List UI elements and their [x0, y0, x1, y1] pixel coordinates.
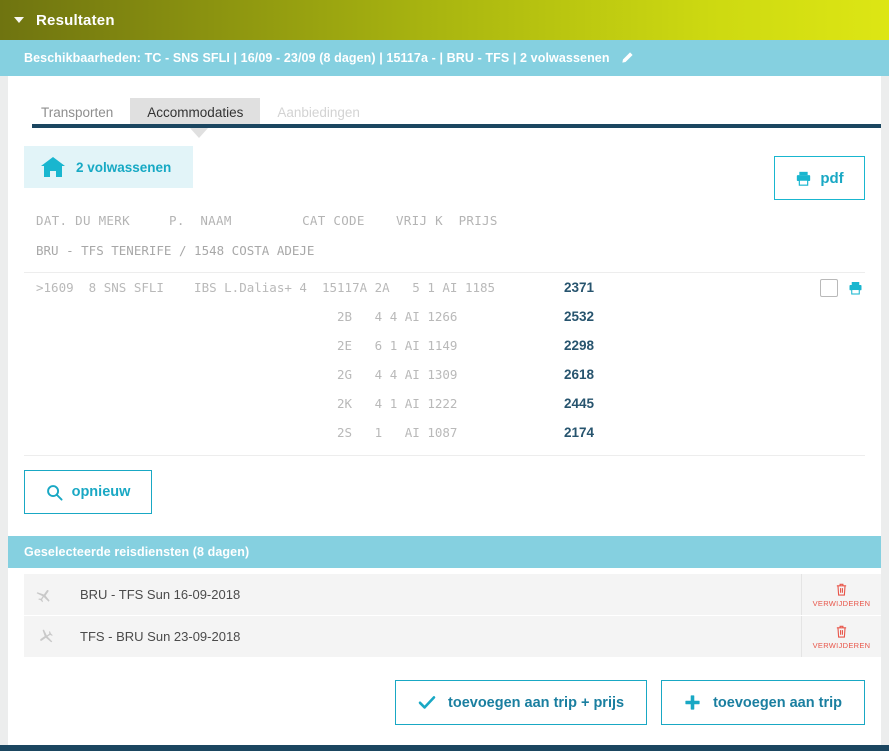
selected-services-title: Geselecteerde reisdiensten (8 dagen) — [8, 536, 881, 568]
table-row-text: 2K 4 1 AI 1222 — [36, 396, 458, 411]
table-row-price: 2371 — [564, 280, 595, 295]
occupancy-pill[interactable]: 2 volwassenen — [24, 146, 194, 188]
pencil-icon[interactable] — [620, 51, 634, 65]
table-row-price: 2532 — [564, 309, 595, 324]
results-table: DAT. DU MERK P. NAAM CAT CODE VRIJ K PRI… — [8, 188, 881, 456]
tabs-bar: Transporten Accommodaties Aanbiedingen — [8, 76, 881, 138]
list-item[interactable]: BRU - TFS Sun 16-09-2018 VERWIJDEREN — [24, 574, 881, 616]
tab-pointer — [190, 128, 208, 138]
criteria-bar: Beschikbaarheden: TC - SNS SFLI | 16/09 … — [0, 40, 889, 76]
plus-icon — [684, 694, 701, 711]
delete-service-label: VERWIJDEREN — [812, 640, 871, 650]
results-page: Resultaten Beschikbaarheden: TC - SNS SF… — [0, 0, 889, 751]
service-label: BRU - TFS Sun 16-09-2018 — [80, 587, 241, 602]
table-row-text: 2S 1 AI 1087 — [36, 425, 458, 440]
criteria-text: Beschikbaarheden: TC - SNS SFLI | 16/09 … — [24, 51, 610, 65]
table-row-price: 2174 — [564, 425, 595, 440]
opnieuw-button[interactable]: opnieuw — [24, 470, 152, 514]
table-row-text: 2G 4 4 AI 1309 — [36, 367, 458, 382]
table-group-line: BRU - TFS TENERIFE / 1548 COSTA ADEJE — [36, 243, 315, 258]
table-row[interactable]: 2S 1 AI 1087 2174 — [8, 418, 881, 447]
tab-underline — [32, 124, 881, 128]
service-label: TFS - BRU Sun 23-09-2018 — [80, 629, 241, 644]
printer-icon — [795, 171, 812, 186]
table-row-price: 2618 — [564, 367, 595, 382]
house-icon — [40, 156, 66, 178]
pdf-button[interactable]: pdf — [774, 156, 865, 200]
results-body: Transporten Accommodaties Aanbiedingen p… — [0, 76, 889, 745]
opnieuw-row: opnieuw — [8, 456, 881, 536]
results-header[interactable]: Resultaten — [0, 0, 889, 40]
add-to-trip-button[interactable]: toevoegen aan trip — [661, 680, 865, 725]
plane-arrival-icon — [24, 627, 66, 647]
search-icon — [46, 484, 63, 501]
add-to-trip-label: toevoegen aan trip — [713, 694, 842, 711]
add-actions: toevoegen aan trip + prijs toevoegen aan… — [8, 658, 881, 745]
table-header-line: DAT. DU MERK P. NAAM CAT CODE VRIJ K PRI… — [36, 213, 498, 228]
table-row-price: 2298 — [564, 338, 595, 353]
table-row-text: >1609 8 SNS SFLI IBS L.Dalias+ 4 15117A … — [36, 280, 496, 295]
check-icon — [418, 695, 436, 710]
pdf-button-label: pdf — [820, 169, 844, 187]
delete-service-label: VERWIJDEREN — [812, 598, 871, 608]
add-to-trip-with-price-button[interactable]: toevoegen aan trip + prijs — [395, 680, 648, 725]
occupancy-label: 2 volwassenen — [76, 159, 172, 175]
selected-services-list: BRU - TFS Sun 16-09-2018 VERWIJDEREN TFS… — [8, 568, 881, 658]
page-title: Resultaten — [36, 11, 115, 29]
table-row[interactable]: 2K 4 1 AI 1222 2445 — [8, 389, 881, 418]
bottom-divider — [0, 745, 889, 751]
plane-departure-icon — [24, 585, 66, 605]
table-row-price: 2445 — [564, 396, 595, 411]
printer-icon[interactable] — [848, 281, 863, 295]
table-row-text: 2B 4 4 AI 1266 — [36, 309, 458, 324]
table-row-text: 2E 6 1 AI 1149 — [36, 338, 458, 353]
table-row[interactable]: 2G 4 4 AI 1309 2618 — [8, 360, 881, 389]
delete-service-button[interactable]: VERWIJDEREN — [801, 574, 881, 615]
table-row[interactable]: 2E 6 1 AI 1149 2298 — [8, 331, 881, 360]
table-row-actions — [820, 278, 863, 297]
delete-service-button[interactable]: VERWIJDEREN — [801, 616, 881, 657]
opnieuw-label: opnieuw — [71, 484, 131, 500]
table-row[interactable]: >1609 8 SNS SFLI IBS L.Dalias+ 4 15117A … — [8, 273, 881, 302]
list-item[interactable]: TFS - BRU Sun 23-09-2018 VERWIJDEREN — [24, 616, 881, 658]
occupancy-row: 2 volwassenen — [8, 128, 881, 188]
table-row[interactable]: 2B 4 4 AI 1266 2532 — [8, 302, 881, 331]
caret-down-icon[interactable] — [14, 17, 24, 23]
tabs: Transporten Accommodaties Aanbiedingen — [24, 92, 377, 128]
add-to-trip-with-price-label: toevoegen aan trip + prijs — [448, 694, 625, 711]
select-row-checkbox[interactable] — [820, 278, 838, 297]
